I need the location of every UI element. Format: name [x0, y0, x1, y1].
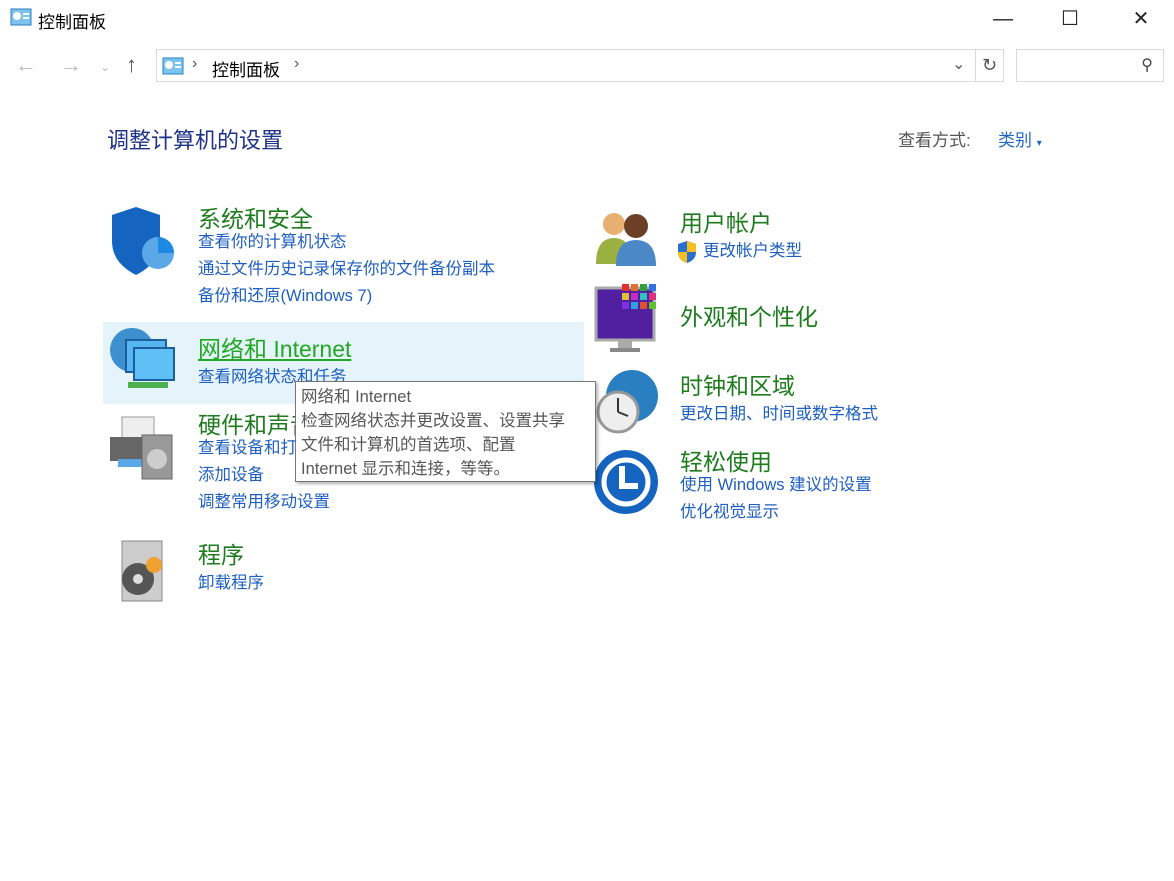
tooltip-line: Internet 显示和连接，等等。	[301, 460, 511, 478]
back-button[interactable]: ←	[15, 52, 37, 78]
search-input[interactable]: ⚲	[1016, 49, 1164, 82]
programs-icon	[121, 540, 163, 602]
chevron-right-icon[interactable]: ›	[294, 55, 299, 73]
uac-shield-icon	[678, 241, 696, 263]
window-title: 控制面板	[38, 13, 106, 32]
chevron-down-icon[interactable]: ⌄	[952, 54, 965, 74]
category-user-accounts[interactable]: 用户帐户	[680, 204, 772, 238]
chevron-right-icon: ›	[192, 55, 198, 72]
search-icon: ⚲	[1141, 57, 1153, 74]
tooltip-title: 网络和 Internet	[301, 388, 412, 406]
link-mobility-settings[interactable]: 调整常用移动设置	[198, 489, 330, 516]
link-change-account-type[interactable]: 更改帐户类型	[703, 238, 802, 265]
control-panel-icon	[162, 57, 184, 75]
refresh-button[interactable]: ↻	[975, 49, 1004, 82]
address-bar[interactable]: › 控制面板 › ⌄	[156, 49, 976, 82]
link-change-date-time-format[interactable]: 更改日期、时间或数字格式	[680, 401, 878, 428]
maximize-button[interactable]: ☐	[1047, 4, 1093, 34]
view-by-value: 类别	[998, 131, 1032, 150]
printer-icon	[110, 416, 173, 480]
network-icon	[110, 328, 175, 388]
tooltip-line: 文件和计算机的首选项、配置	[301, 436, 516, 454]
category-programs[interactable]: 程序	[198, 536, 244, 570]
link-backup-restore[interactable]: 备份和还原(Windows 7)	[198, 283, 495, 310]
ease-of-access-icon	[594, 450, 658, 514]
view-by-dropdown[interactable]: 类别 ▾	[998, 126, 1042, 151]
recent-dropdown-icon[interactable]: ⌄	[100, 60, 110, 74]
up-button[interactable]: ↑	[126, 52, 137, 78]
link-recommended-settings[interactable]: 使用 Windows 建议的设置	[680, 472, 872, 499]
shield-icon	[112, 207, 174, 275]
view-by-label: 查看方式:	[898, 131, 971, 150]
tooltip: 网络和 Internet 检查网络状态并更改设置、设置共享 文件和计算机的首选项…	[295, 381, 596, 482]
clock-region-icon	[596, 370, 658, 434]
minimize-button[interactable]: —	[980, 4, 1026, 34]
category-appearance[interactable]: 外观和个性化	[680, 298, 818, 332]
forward-button[interactable]: →	[60, 52, 82, 78]
dropdown-arrow-icon: ▾	[1036, 138, 1042, 149]
category-network-internet[interactable]: 网络和 Internet	[198, 330, 351, 364]
appearance-icon	[594, 284, 656, 352]
link-optimize-visual-display[interactable]: 优化视觉显示	[680, 499, 872, 526]
control-panel-icon	[10, 8, 32, 26]
user-accounts-icon	[596, 213, 656, 266]
close-button[interactable]: ✕	[1118, 4, 1164, 34]
link-uninstall-program[interactable]: 卸载程序	[198, 570, 264, 597]
tooltip-line: 检查网络状态并更改设置、设置共享	[301, 412, 565, 430]
page-title: 调整计算机的设置	[107, 128, 284, 153]
link-file-history[interactable]: 通过文件历史记录保存你的文件备份副本	[198, 256, 495, 283]
link-view-computer-status[interactable]: 查看你的计算机状态	[198, 229, 495, 256]
category-clock-region[interactable]: 时钟和区域	[680, 367, 795, 401]
breadcrumb-control-panel[interactable]: 控制面板	[212, 56, 280, 81]
